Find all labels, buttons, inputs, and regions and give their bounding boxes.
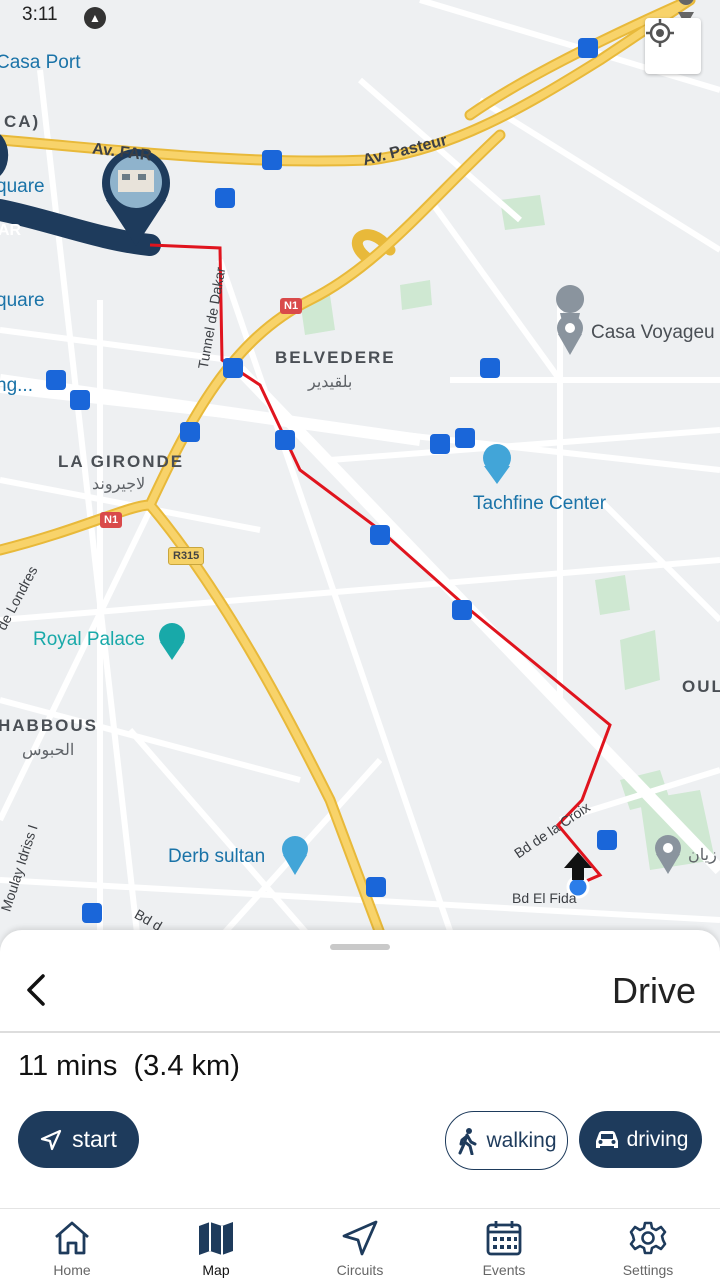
start-label: start	[72, 1126, 117, 1152]
route-summary: 11 mins (3.4 km)	[18, 1050, 240, 1083]
status-notification-icon: ▲	[84, 7, 106, 29]
map-label-zayan-ar: زيان	[688, 847, 717, 864]
walking-icon	[458, 1127, 477, 1155]
map-label-casa-port: Casa Port	[0, 52, 81, 73]
divider	[0, 1031, 720, 1033]
nav-label-circuits: Circuits	[336, 1262, 384, 1278]
chevron-left-icon	[27, 974, 45, 1006]
map-label-royal-palace: Royal Palace	[33, 629, 145, 650]
route-distance: (3.4 km)	[133, 1050, 240, 1082]
driving-mode-button[interactable]: driving	[579, 1111, 702, 1168]
route-duration: 11 mins	[18, 1050, 118, 1082]
route-line	[149, 243, 612, 887]
nav-label-events: Events	[482, 1262, 526, 1278]
nav-item-events[interactable]: Events	[432, 1209, 576, 1281]
map-label-habbous-ar: الحبوس	[22, 742, 75, 759]
map-label-belvedere: BELVEDERE	[275, 348, 396, 367]
start-navigation-button[interactable]: start	[18, 1111, 139, 1168]
nav-label-map: Map	[202, 1262, 230, 1278]
map-label-la-gironde: LA GIRONDE	[58, 452, 185, 471]
status-time: 3:11	[22, 4, 58, 25]
map-label-casa-voyageurs: Casa Voyageu	[591, 322, 715, 343]
home-icon	[55, 1221, 89, 1255]
sheet-drag-handle[interactable]	[330, 944, 390, 950]
navigation-icon	[342, 1220, 378, 1256]
navigation-arrow-icon	[41, 1129, 62, 1150]
map-label-ar: AR	[0, 222, 22, 239]
map-view[interactable]: Casa Port CA) Av. Pasteur Av. FAR quare …	[0, 0, 720, 960]
nav-label-home: Home	[53, 1262, 91, 1278]
map-label-ng: ng...	[0, 375, 33, 396]
back-button[interactable]	[18, 970, 54, 1010]
map-label-belvedere-ar: بلقيدير	[308, 374, 353, 391]
nav-item-settings[interactable]: Settings	[576, 1209, 720, 1281]
calendar-icon	[486, 1221, 522, 1256]
nav-item-map[interactable]: Map	[144, 1209, 288, 1281]
road-shield-n1: N1	[100, 512, 123, 528]
map-label-quare-1: quare	[0, 176, 45, 197]
travel-mode-title: Drive	[611, 970, 696, 1011]
crosshair-icon	[646, 19, 674, 47]
map-label-tachfine-center: Tachfine Center	[473, 493, 607, 514]
map-label-quare-2: quare	[0, 290, 45, 311]
bottom-navigation: Home Map Circuits Events Settings	[0, 1208, 720, 1281]
nav-item-home[interactable]: Home	[0, 1209, 144, 1281]
road-shield-n1: N1	[280, 298, 303, 314]
gear-icon	[629, 1221, 667, 1255]
my-location-button[interactable]	[645, 18, 701, 74]
map-label-habbous: HABBOUS	[0, 716, 98, 735]
map-label-ca: CA)	[4, 112, 41, 131]
directions-sheet: Drive 11 mins (3.4 km) start walking dri…	[0, 930, 720, 1208]
map-label-bd-el-fida: Bd El Fida	[512, 890, 577, 906]
nav-label-settings: Settings	[622, 1262, 674, 1278]
map-label-la-gironde-ar: لاجيروند	[92, 476, 146, 493]
nav-item-circuits[interactable]: Circuits	[288, 1209, 432, 1281]
map-label-oul: OUL	[682, 677, 720, 696]
map-icon	[199, 1222, 233, 1255]
road-shield-r315: R315	[168, 547, 205, 565]
walking-label: walking	[486, 1128, 557, 1152]
car-icon	[595, 1130, 618, 1148]
driving-label: driving	[626, 1127, 689, 1151]
map-label-derb-sultan: Derb sultan	[168, 846, 266, 867]
walking-mode-button[interactable]: walking	[445, 1111, 568, 1170]
